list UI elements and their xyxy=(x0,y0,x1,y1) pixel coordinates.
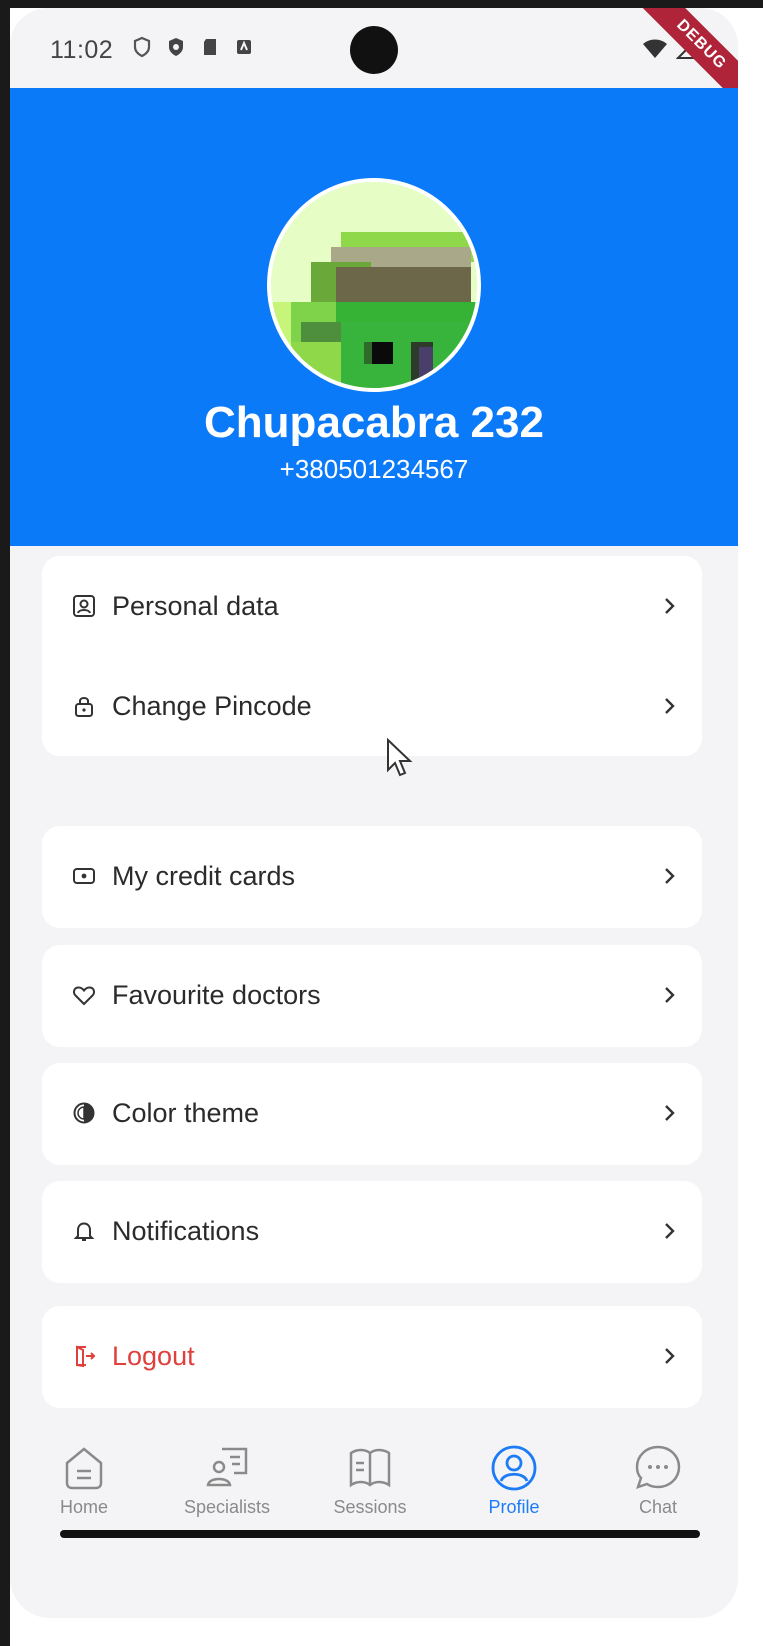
status-time: 11:02 xyxy=(50,36,114,64)
menu-item-notifications[interactable]: Notifications xyxy=(42,1181,702,1281)
status-icons-left xyxy=(132,36,254,58)
shield-slash-icon xyxy=(133,36,151,58)
chevron-right-icon xyxy=(665,1223,675,1239)
specialists-icon xyxy=(206,1447,248,1487)
profile-header: Chupacabra 232 +380501234567 xyxy=(10,88,738,546)
menu-item-label: My credit cards xyxy=(112,860,296,891)
chevron-right-icon xyxy=(665,987,675,1003)
home-icon xyxy=(65,1447,103,1490)
credit-card-icon xyxy=(73,868,95,884)
person-badge-icon xyxy=(73,595,95,617)
menu-item-label: Notifications xyxy=(112,1215,260,1246)
mouse-pointer-icon xyxy=(387,738,413,777)
nav-specialists[interactable]: Specialists xyxy=(167,1443,287,1518)
chevron-right-icon xyxy=(665,1105,675,1121)
nav-home[interactable]: Home xyxy=(24,1443,144,1518)
profile-icon xyxy=(491,1445,537,1491)
color-theme-card: Color theme xyxy=(42,1063,702,1165)
menu-item-change-pincode[interactable]: Change Pincode xyxy=(42,656,702,756)
phone-screen: 11:02 DEBUG Chupacabra 232 +380501234567… xyxy=(10,8,738,1618)
notifications-card: Notifications xyxy=(42,1181,702,1283)
nav-profile[interactable]: Profile xyxy=(454,1443,574,1518)
sd-card-icon xyxy=(204,39,216,55)
home-indicator xyxy=(60,1530,700,1538)
shield-icon xyxy=(169,38,183,56)
nav-label: Sessions xyxy=(333,1497,407,1517)
nav-label: Home xyxy=(59,1497,108,1517)
menu-item-label: Favourite doctors xyxy=(112,979,321,1010)
menu-item-label: Color theme xyxy=(112,1097,260,1128)
logout-card: Logout xyxy=(42,1306,702,1408)
heart-icon xyxy=(73,986,95,1006)
device-bezel-left xyxy=(0,0,10,1646)
menu-item-label: Change Pincode xyxy=(112,690,312,721)
bell-icon xyxy=(73,1222,95,1241)
app-notification-icon xyxy=(237,40,251,54)
nav-label: Specialists xyxy=(183,1497,271,1517)
chevron-right-icon xyxy=(665,1348,675,1364)
nav-sessions[interactable]: Sessions xyxy=(310,1443,430,1518)
nav-chat[interactable]: Chat xyxy=(598,1443,718,1518)
profile-name: Chupacabra 232 xyxy=(204,398,544,447)
nav-label: Chat xyxy=(638,1497,678,1517)
lock-icon xyxy=(75,697,93,717)
profile-phone: +380501234567 xyxy=(279,454,469,484)
contrast-icon xyxy=(73,1102,95,1124)
menu-item-my-credit-cards[interactable]: My credit cards xyxy=(42,826,702,926)
menu-item-favourite-doctors[interactable]: Favourite doctors xyxy=(42,945,702,1045)
logout-icon xyxy=(76,1345,96,1368)
chat-bubble-icon xyxy=(635,1445,681,1489)
chevron-right-icon xyxy=(665,868,675,884)
status-bar: 11:02 DEBUG xyxy=(10,8,738,109)
menu-item-label: Personal data xyxy=(112,590,279,621)
credit-cards-card: My credit cards xyxy=(42,826,702,928)
menu-item-label: Logout xyxy=(112,1340,195,1371)
chevron-right-icon xyxy=(665,698,675,714)
app-frame: 11:02 DEBUG Chupacabra 232 +380501234567… xyxy=(0,0,763,1646)
menu-item-color-theme[interactable]: Color theme xyxy=(42,1063,702,1163)
device-bezel-top xyxy=(0,0,763,8)
pixel-avatar-image xyxy=(271,182,477,388)
open-book-icon xyxy=(349,1448,391,1488)
menu-item-logout[interactable]: Logout xyxy=(42,1306,702,1406)
menu-item-personal-data[interactable]: Personal data xyxy=(42,556,702,656)
account-settings-card: Personal data Change Pincode xyxy=(42,556,702,756)
nav-label: Profile xyxy=(488,1497,540,1517)
wifi-icon xyxy=(643,39,667,58)
favourite-doctors-card: Favourite doctors xyxy=(42,945,702,1047)
front-camera xyxy=(350,26,398,74)
avatar[interactable] xyxy=(267,178,481,392)
chevron-right-icon xyxy=(665,598,675,614)
bottom-navigation: Home Specialists Sessions Profile Chat xyxy=(10,1433,738,1538)
